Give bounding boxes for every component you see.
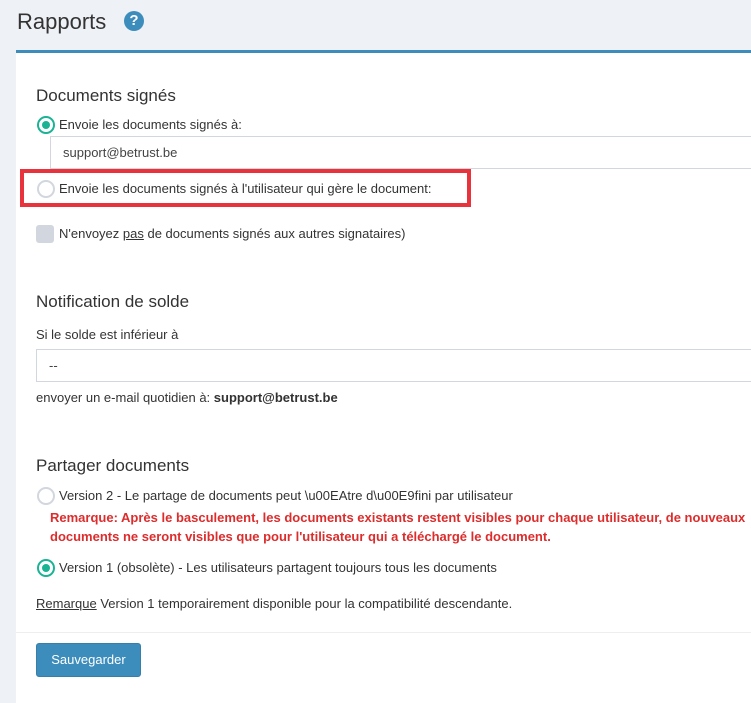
share-note: Remarque Version 1 temporairement dispon… (36, 596, 513, 611)
send-to-email-label: Envoie les documents signés à: (59, 117, 242, 132)
balance-title: Notification de solde (36, 292, 190, 311)
balance-threshold-label: Si le solde est inférieur à (36, 327, 179, 342)
signed-docs-title: Documents signés (36, 86, 176, 105)
share-version2-warning: Remarque: Après le basculement, les docu… (50, 510, 746, 544)
send-to-manager-label: Envoie les documents signés à l'utilisat… (59, 181, 432, 196)
help-icon[interactable]: ? (124, 11, 144, 31)
no-send-others-label: N'envoyez pas de documents signés aux au… (59, 226, 406, 241)
signed-docs-email-input[interactable]: support@betrust.be (50, 136, 751, 169)
radio-send-to-email[interactable] (37, 116, 55, 134)
divider (16, 632, 751, 633)
no-send-others-checkbox[interactable] (36, 225, 54, 243)
balance-threshold-input[interactable]: -- (36, 349, 751, 382)
share-note-link[interactable]: Remarque (36, 596, 97, 611)
share-version2-label: Version 2 - Le partage de documents peut… (59, 488, 513, 503)
share-version1-label: Version 1 (obsolète) - Les utilisateurs … (59, 560, 497, 575)
share-title: Partager documents (36, 456, 190, 475)
radio-share-version2[interactable] (37, 487, 55, 505)
radio-share-version1[interactable] (37, 559, 55, 577)
save-button[interactable]: Sauvegarder (36, 643, 141, 677)
daily-email-text: envoyer un e-mail quotidien à: support@b… (36, 390, 338, 405)
radio-send-to-manager[interactable] (37, 180, 55, 198)
reports-panel: Documents signés Envoie les documents si… (16, 50, 751, 703)
page-title: Rapports (17, 9, 107, 34)
